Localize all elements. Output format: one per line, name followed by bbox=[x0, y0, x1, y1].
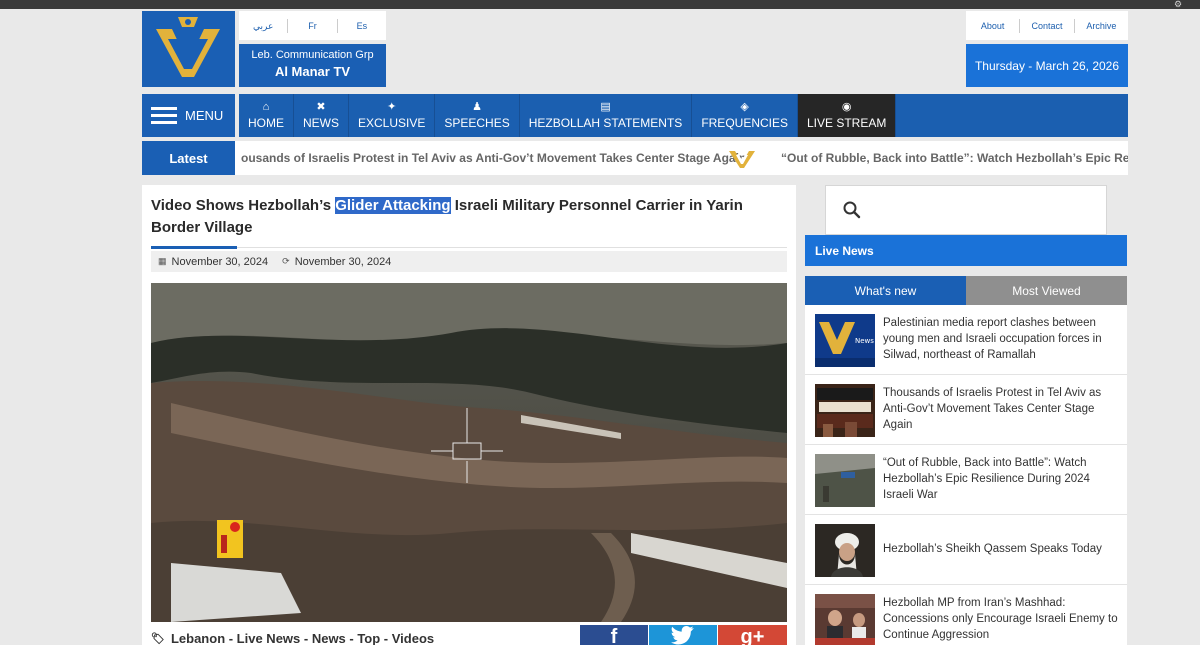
tags-list[interactable]: Lebanon - Live News - News - Top - Video… bbox=[171, 631, 434, 645]
browser-top-bar: ⚙ bbox=[0, 0, 1200, 9]
nav-frequencies[interactable]: ◈ FREQUENCIES bbox=[692, 94, 798, 137]
article: Video Shows Hezbollah’s Glider Attacking… bbox=[142, 185, 796, 645]
news-headline: Palestinian media report clashes between… bbox=[883, 317, 1102, 361]
search-icon bbox=[843, 201, 861, 219]
ticker-separator-logo-icon bbox=[729, 151, 755, 168]
google-plus-icon: g+ bbox=[740, 626, 765, 645]
tools-icon: ✖ bbox=[316, 101, 326, 113]
search-input[interactable] bbox=[825, 185, 1107, 235]
twitter-icon bbox=[671, 625, 694, 645]
about-link[interactable]: About bbox=[966, 18, 1021, 33]
live-news-header: Live News bbox=[805, 235, 1127, 266]
menu-button[interactable]: MENU bbox=[142, 94, 235, 137]
updated-date: November 30, 2024 bbox=[294, 255, 392, 268]
nav-news-label: NEWS bbox=[303, 116, 339, 130]
lang-french-link[interactable]: Fr bbox=[288, 18, 338, 33]
tab-most-viewed[interactable]: Most Viewed bbox=[966, 276, 1127, 305]
news-headline: Hezbollah MP from Iran’s Mashhad: Conces… bbox=[883, 597, 1118, 641]
divider bbox=[151, 247, 787, 248]
article-meta: ▦ November 30, 2024 ⟳ November 30, 2024 bbox=[151, 251, 787, 272]
title-part: Video Shows Hezbollah’s bbox=[151, 197, 336, 214]
facebook-icon: f bbox=[610, 626, 618, 645]
news-headline: Hezbollah’s Sheikh Qassem Speaks Today bbox=[883, 543, 1102, 555]
twitter-share-button[interactable] bbox=[649, 625, 717, 645]
language-switcher: عربي Fr Es bbox=[239, 11, 386, 40]
latest-label: Latest bbox=[142, 141, 235, 175]
news-headline: “Out of Rubble, Back into Battle”: Watch… bbox=[883, 457, 1090, 501]
nav-exclusive[interactable]: ✦ EXCLUSIVE bbox=[349, 94, 436, 137]
nav-live-stream-label: LIVE STREAM bbox=[807, 116, 887, 130]
lang-arabic-link[interactable]: عربي bbox=[239, 18, 289, 33]
contact-link[interactable]: Contact bbox=[1020, 18, 1075, 33]
main-nav: ⌂ HOME ✖ NEWS ✦ EXCLUSIVE ♟ SPEECHES ▤ H… bbox=[239, 94, 1128, 137]
news-headline: Thousands of Israelis Protest in Tel Avi… bbox=[883, 387, 1102, 431]
list-item[interactable]: “Out of Rubble, Back into Battle”: Watch… bbox=[805, 445, 1127, 515]
news-thumbnail bbox=[815, 454, 875, 507]
tags-icon: 🏷 bbox=[151, 633, 165, 645]
article-tags: 🏷 Lebanon - Live News - News - Top - Vid… bbox=[151, 631, 434, 645]
nav-speeches[interactable]: ♟ SPEECHES bbox=[435, 94, 520, 137]
svg-text:News: News bbox=[855, 337, 874, 345]
list-item[interactable]: Thousands of Israelis Protest in Tel Avi… bbox=[805, 375, 1127, 445]
article-video[interactable] bbox=[151, 283, 787, 622]
nav-home[interactable]: ⌂ HOME bbox=[239, 94, 294, 137]
news-thumbnail bbox=[815, 524, 875, 577]
document-icon: ▤ bbox=[600, 101, 611, 113]
brand-subtitle: Leb. Communication Grp bbox=[251, 49, 374, 61]
star-icon: ✦ bbox=[387, 101, 397, 113]
brand-title[interactable]: Leb. Communication Grp Al Manar TV bbox=[239, 44, 386, 87]
nav-live-stream[interactable]: ◉ LIVE STREAM bbox=[798, 94, 897, 137]
nav-exclusive-label: EXCLUSIVE bbox=[358, 116, 426, 130]
list-item[interactable]: News Palestinian media report clashes be… bbox=[805, 305, 1127, 375]
top-links: About Contact Archive bbox=[966, 11, 1128, 40]
facebook-share-button[interactable]: f bbox=[580, 625, 648, 645]
title-accent-bar bbox=[151, 246, 237, 249]
nav-statements-label: HEZBOLLAH STATEMENTS bbox=[528, 116, 683, 130]
title-selected-text: Glider Attacking bbox=[335, 197, 451, 214]
home-icon: ⌂ bbox=[262, 101, 270, 113]
hamburger-icon bbox=[151, 107, 177, 124]
news-thumbnail bbox=[815, 384, 875, 437]
nav-speeches-label: SPEECHES bbox=[444, 116, 510, 130]
extension-icon[interactable]: ⚙ bbox=[1174, 0, 1186, 9]
nav-frequencies-label: FREQUENCIES bbox=[701, 116, 788, 130]
refresh-icon: ⟳ bbox=[282, 256, 290, 266]
list-item[interactable]: Hezbollah MP from Iran’s Mashhad: Conces… bbox=[805, 585, 1127, 645]
news-thumbnail: News bbox=[815, 314, 875, 367]
calendar-icon: ▦ bbox=[158, 256, 167, 266]
nav-hezbollah-statements[interactable]: ▤ HEZBOLLAH STATEMENTS bbox=[520, 94, 693, 137]
satellite-icon: ◈ bbox=[740, 101, 749, 113]
speaker-icon: ♟ bbox=[472, 101, 482, 113]
ticker-item[interactable]: ousands of Israelis Protest in Tel Aviv … bbox=[241, 151, 746, 165]
ticker-item[interactable]: “Out of Rubble, Back into Battle”: Watch… bbox=[781, 151, 1128, 165]
al-manar-logo[interactable] bbox=[142, 11, 235, 87]
broadcast-icon: ◉ bbox=[841, 101, 852, 113]
nav-news[interactable]: ✖ NEWS bbox=[294, 94, 349, 137]
tab-whats-new[interactable]: What's new bbox=[805, 276, 966, 305]
news-list: News Palestinian media report clashes be… bbox=[805, 305, 1127, 645]
brand-name: Al Manar TV bbox=[274, 64, 351, 79]
news-ticker: ousands of Israelis Protest in Tel Aviv … bbox=[235, 141, 1128, 175]
article-title: Video Shows Hezbollah’s Glider Attacking… bbox=[151, 195, 791, 239]
news-thumbnail bbox=[815, 594, 875, 645]
published-date: November 30, 2024 bbox=[171, 255, 269, 268]
lang-spanish-link[interactable]: Es bbox=[338, 19, 386, 33]
current-date: Thursday - March 26, 2026 bbox=[966, 44, 1128, 87]
nav-home-label: HOME bbox=[248, 116, 284, 130]
archive-link[interactable]: Archive bbox=[1075, 19, 1128, 33]
list-item[interactable]: Hezbollah’s Sheikh Qassem Speaks Today bbox=[805, 515, 1127, 585]
google-plus-share-button[interactable]: g+ bbox=[718, 625, 787, 645]
menu-label: MENU bbox=[185, 108, 224, 123]
